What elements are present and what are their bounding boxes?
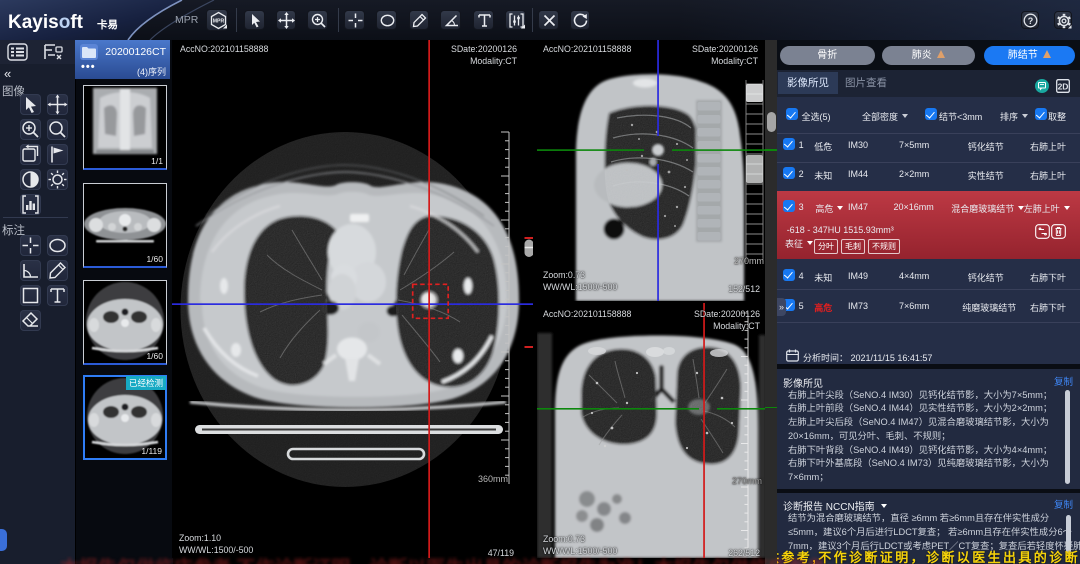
svg-text:2D: 2D	[1058, 81, 1069, 91]
svg-text:卡易: 卡易	[97, 18, 118, 31]
svg-text:?: ?	[1028, 16, 1034, 26]
svg-text:MPR: MPR	[212, 19, 224, 25]
svg-text:Kayisoft: Kayisoft	[8, 12, 84, 33]
